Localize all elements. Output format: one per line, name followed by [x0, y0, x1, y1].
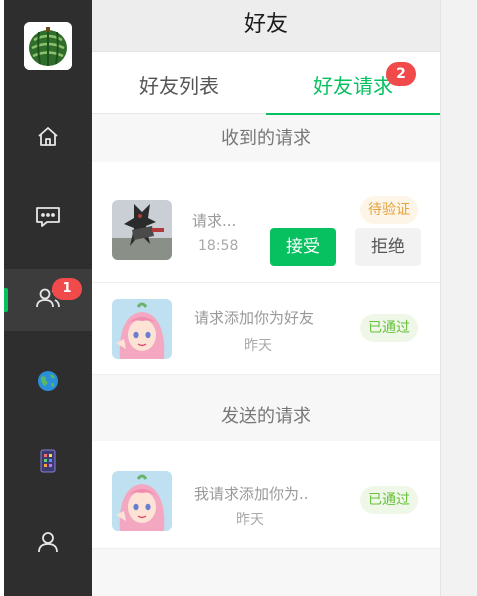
avatar — [112, 299, 172, 359]
apps-icon — [40, 449, 56, 477]
avatar — [112, 471, 172, 531]
right-panel-edge — [440, 0, 477, 596]
request-message: 请求... — [192, 212, 237, 230]
status-badge: 待验证 — [360, 196, 418, 224]
request-message: 请求添加你为好友 — [194, 309, 315, 327]
request-time: 昨天 — [244, 338, 272, 354]
list-item[interactable]: 请求... 18:58 待验证 接受 拒绝 — [92, 176, 440, 283]
tab-bar: 好友列表 好友请求 2 — [92, 52, 440, 115]
tab-friend-requests[interactable]: 好友请求 — [266, 52, 440, 115]
sidebar-item-globe[interactable] — [4, 352, 92, 414]
globe-icon — [37, 370, 59, 396]
sidebar-item-contacts[interactable]: 1 — [4, 269, 92, 331]
avatar — [112, 200, 172, 260]
status-badge: 已通过 — [360, 486, 418, 514]
reject-button[interactable]: 拒绝 — [355, 228, 421, 266]
sidebar-item-profile[interactable] — [4, 513, 92, 575]
request-message: 我请求添加你为.. — [194, 485, 309, 503]
section-title-received: 收到的请求 — [92, 116, 440, 162]
accept-button[interactable]: 接受 — [270, 228, 336, 266]
tab-label: 好友请求 — [313, 74, 393, 98]
sidebar: 1 — [4, 0, 92, 596]
contacts-badge: 1 — [52, 278, 82, 300]
sidebar-item-home[interactable] — [4, 108, 92, 170]
tab-label: 好友列表 — [139, 74, 219, 98]
sidebar-item-chat[interactable] — [4, 188, 92, 250]
user-avatar-watermelon[interactable] — [24, 22, 72, 70]
section-title-sent: 发送的请求 — [92, 394, 440, 440]
tab-friend-list[interactable]: 好友列表 — [92, 52, 266, 114]
page-title: 好友 — [92, 0, 440, 52]
active-indicator — [4, 288, 8, 312]
status-badge: 已通过 — [360, 314, 418, 342]
home-icon — [36, 125, 60, 153]
list-item[interactable]: 我请求添加你为.. 昨天 已通过 — [92, 441, 440, 549]
requests-badge: 2 — [386, 62, 416, 86]
chat-icon — [35, 205, 61, 233]
request-time: 18:58 — [198, 238, 239, 254]
list-item[interactable]: 请求添加你为好友 昨天 已通过 — [92, 283, 440, 375]
sidebar-item-apps[interactable] — [4, 432, 92, 494]
profile-icon — [37, 530, 59, 558]
request-time: 昨天 — [236, 512, 264, 528]
tab-underline — [266, 113, 440, 115]
divider — [92, 162, 440, 176]
friends-panel: 好友 好友列表 好友请求 2 收到的请求 请求... 18:58 待验证 接受 — [92, 0, 440, 596]
